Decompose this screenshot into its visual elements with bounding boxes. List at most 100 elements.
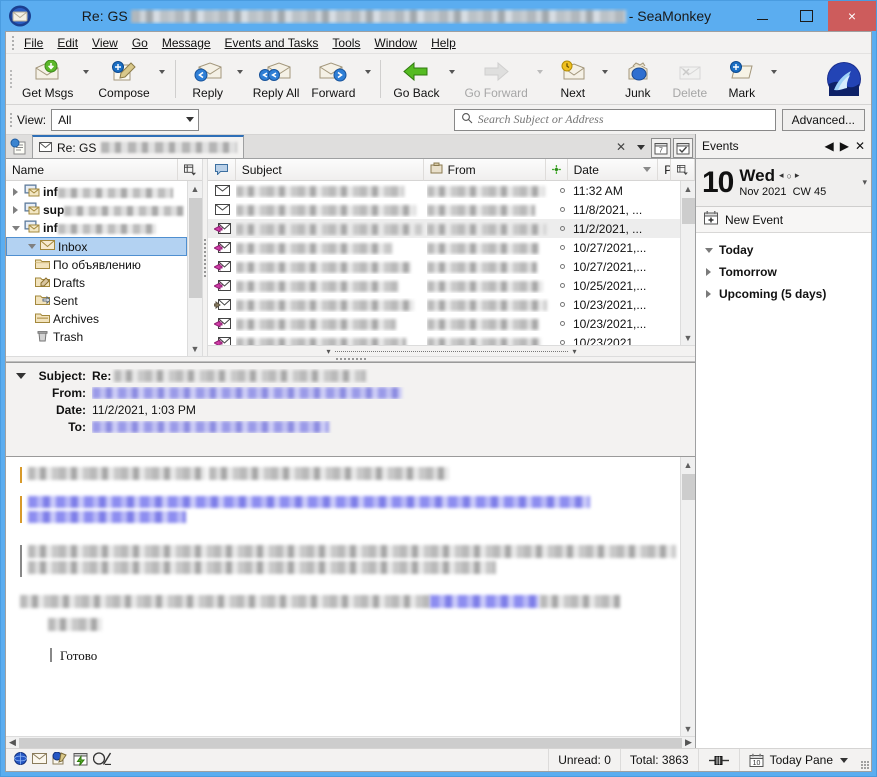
folder-scroll-thumb[interactable] bbox=[189, 198, 202, 298]
menu-message[interactable]: Message bbox=[155, 33, 218, 53]
thread-column-picker[interactable] bbox=[671, 159, 695, 181]
scroll-up-icon[interactable]: ▲ bbox=[188, 181, 203, 196]
go-back-dropdown[interactable] bbox=[445, 54, 458, 104]
message-body-hscrollbar[interactable]: ◀ ▶ bbox=[6, 736, 695, 748]
menu-file[interactable]: File bbox=[17, 33, 50, 53]
all-tabs-icon[interactable] bbox=[6, 136, 32, 158]
tab-message[interactable]: Re: GS bbox=[32, 135, 244, 158]
junk-status-cell[interactable] bbox=[551, 188, 573, 193]
junk-status-cell[interactable] bbox=[551, 264, 573, 269]
message-body-scrollbar[interactable]: ▲ ▼ bbox=[680, 457, 695, 736]
table-row[interactable]: 11/8/2021, ... bbox=[208, 200, 680, 219]
previous-day-button[interactable]: ◂ bbox=[779, 170, 784, 181]
menubar-gripper[interactable] bbox=[8, 34, 17, 52]
collapse-header-icon[interactable] bbox=[6, 373, 36, 379]
twisty-icon[interactable] bbox=[10, 226, 21, 231]
junk-status-cell[interactable] bbox=[551, 245, 573, 250]
menu-view[interactable]: View bbox=[85, 33, 125, 53]
scroll-up-icon[interactable]: ▲ bbox=[681, 457, 696, 472]
body-link[interactable] bbox=[430, 595, 540, 608]
date-column-header[interactable]: Date bbox=[568, 159, 659, 181]
unread-mail-icon[interactable] bbox=[32, 753, 47, 767]
events-prev-button[interactable]: ◀ bbox=[824, 139, 833, 153]
table-row[interactable]: 10/23/2021,... bbox=[208, 333, 680, 345]
minimize-button[interactable] bbox=[740, 1, 784, 31]
new-event-button[interactable]: New Event bbox=[696, 207, 871, 233]
menu-tools[interactable]: Tools bbox=[325, 33, 367, 53]
body-scroll-track[interactable] bbox=[681, 472, 696, 721]
junk-status-cell[interactable] bbox=[551, 283, 573, 288]
body-hscroll-thumb[interactable] bbox=[19, 738, 682, 748]
go-forward-dropdown[interactable] bbox=[534, 54, 547, 104]
body-link[interactable] bbox=[28, 496, 590, 508]
scroll-down-icon[interactable]: ▼ bbox=[681, 721, 696, 736]
twisty-icon[interactable] bbox=[10, 206, 21, 214]
junk-status-cell[interactable] bbox=[551, 207, 573, 212]
event-group-upcoming[interactable]: Upcoming (5 days) bbox=[696, 283, 871, 305]
reply-button[interactable]: Reply bbox=[182, 54, 234, 104]
delete-button[interactable]: Delete bbox=[664, 54, 716, 104]
maximize-button[interactable] bbox=[784, 1, 828, 31]
junk-status-cell[interactable] bbox=[551, 226, 573, 231]
table-row[interactable]: 11/2/2021, ... bbox=[208, 219, 680, 238]
table-row[interactable]: 10/23/2021,... bbox=[208, 314, 680, 333]
body-link[interactable] bbox=[28, 511, 186, 523]
tasks-tab-button[interactable] bbox=[673, 138, 693, 158]
folder-row-inbox[interactable]: Inbox bbox=[6, 237, 187, 256]
folder-row-account-3[interactable]: inf bbox=[6, 219, 187, 237]
today-pane-button[interactable]: 10 Today Pane bbox=[740, 749, 857, 771]
get-msgs-dropdown[interactable] bbox=[79, 54, 92, 104]
tab-list-dropdown[interactable] bbox=[631, 136, 651, 158]
folder-tree[interactable]: inf bbox=[6, 181, 187, 356]
menu-go[interactable]: Go bbox=[125, 33, 155, 53]
date-more-button[interactable]: ▾ bbox=[862, 177, 867, 188]
mark-dropdown[interactable] bbox=[768, 54, 781, 104]
event-group-tomorrow[interactable]: Tomorrow bbox=[696, 261, 871, 283]
enigmail-icon[interactable] bbox=[93, 752, 113, 768]
from-field-value[interactable] bbox=[92, 387, 695, 399]
close-button[interactable]: × bbox=[828, 1, 876, 31]
menu-window[interactable]: Window bbox=[367, 33, 424, 53]
table-row[interactable]: 11:32 AM bbox=[208, 181, 680, 200]
folder-row-po-obyavleniyu[interactable]: По объявлению bbox=[6, 256, 187, 274]
online-status-icon[interactable] bbox=[14, 752, 27, 768]
junk-status-column-header[interactable] bbox=[546, 159, 568, 181]
thread-scroll-thumb[interactable] bbox=[682, 198, 695, 224]
menu-edit[interactable]: Edit bbox=[50, 33, 85, 53]
events-close-button[interactable]: ✕ bbox=[855, 139, 865, 153]
subject-column-header[interactable]: Subject bbox=[236, 159, 424, 181]
twisty-icon[interactable] bbox=[10, 188, 21, 196]
folder-column-picker[interactable] bbox=[178, 159, 202, 180]
reply-all-button[interactable]: Reply All bbox=[247, 54, 306, 104]
message-body-content[interactable]: Готово bbox=[6, 457, 680, 736]
table-row[interactable]: 10/27/2021,... bbox=[208, 257, 680, 276]
scroll-down-icon[interactable]: ▼ bbox=[188, 341, 203, 356]
twisty-icon[interactable] bbox=[704, 290, 713, 298]
events-next-button[interactable]: ▶ bbox=[840, 139, 849, 153]
folder-name-column-header[interactable]: Name bbox=[6, 159, 178, 180]
folder-scroll-track[interactable] bbox=[188, 196, 203, 341]
junk-status-cell[interactable] bbox=[551, 302, 573, 307]
menu-events-and-tasks[interactable]: Events and Tasks bbox=[218, 33, 326, 53]
quota-meter[interactable] bbox=[699, 749, 740, 771]
today-button[interactable]: ○ bbox=[786, 171, 791, 181]
resize-grip[interactable] bbox=[857, 749, 871, 771]
mark-button[interactable]: Mark bbox=[716, 54, 768, 104]
thread-scroll-track[interactable] bbox=[681, 196, 696, 330]
folder-row-drafts[interactable]: Drafts bbox=[6, 274, 187, 292]
toolbar-gripper[interactable] bbox=[6, 54, 16, 104]
folder-row-account-2[interactable]: sup bbox=[6, 201, 187, 219]
forward-dropdown[interactable] bbox=[361, 54, 374, 104]
table-row[interactable]: 10/27/2021,... bbox=[208, 238, 680, 257]
forward-button[interactable]: Forward bbox=[305, 54, 361, 104]
next-day-button[interactable]: ▸ bbox=[795, 170, 800, 181]
advanced-search-button[interactable]: Advanced... bbox=[782, 109, 865, 131]
scroll-down-icon[interactable]: ▼ bbox=[681, 330, 696, 345]
to-field-value[interactable] bbox=[92, 421, 695, 433]
twisty-icon[interactable] bbox=[26, 244, 37, 249]
offline-sync-icon[interactable] bbox=[52, 752, 68, 768]
folder-row-sent[interactable]: Sent bbox=[6, 292, 187, 310]
scroll-left-icon[interactable]: ◀ bbox=[6, 737, 19, 748]
reply-dropdown[interactable] bbox=[234, 54, 247, 104]
thread-pane-hscrollbar[interactable]: ▾▾ bbox=[208, 345, 695, 356]
